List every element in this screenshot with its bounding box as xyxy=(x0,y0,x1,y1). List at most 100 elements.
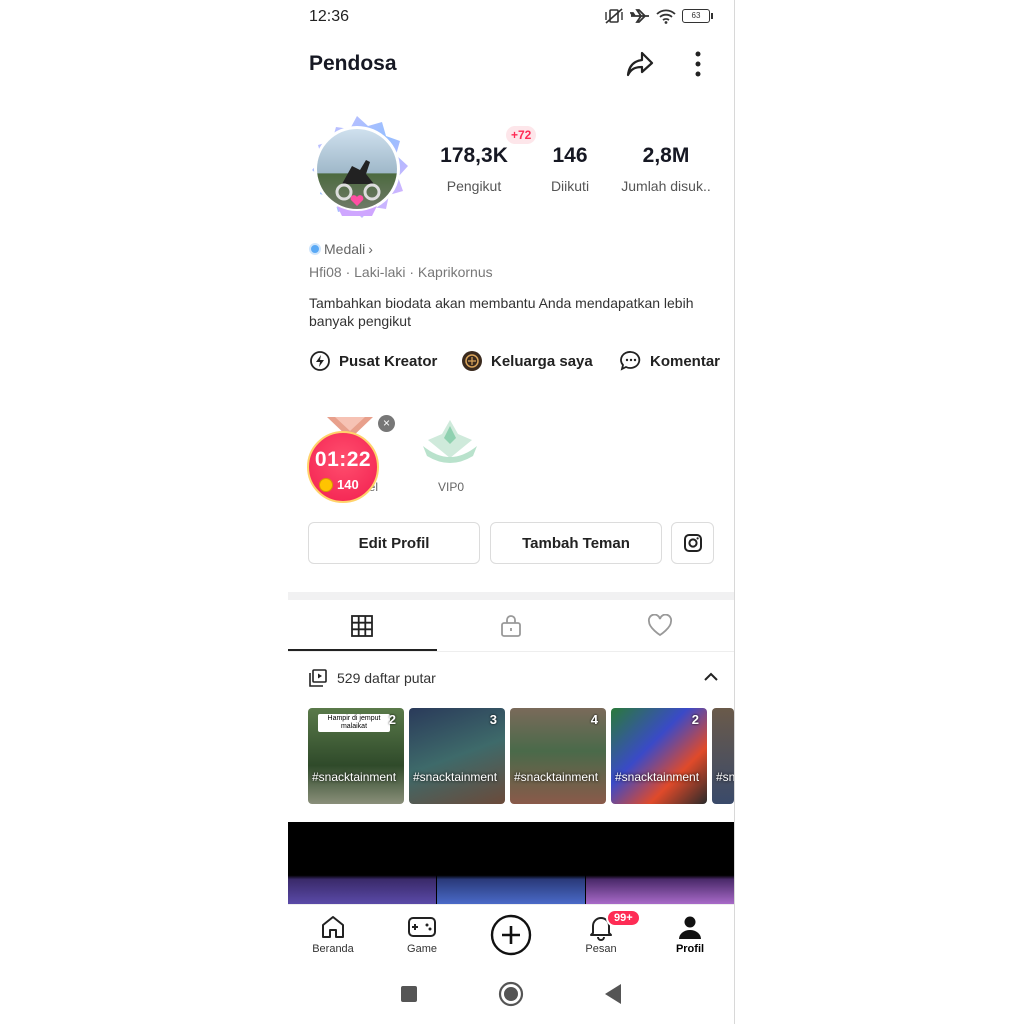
stat-label: Diikuti xyxy=(550,178,590,194)
stat-value: 146 xyxy=(552,144,588,167)
wifi-icon xyxy=(656,9,676,24)
nav-label: Profil xyxy=(675,943,705,955)
medal-icon xyxy=(309,243,321,255)
playlist-tag: #snacktainment xyxy=(312,770,397,784)
link-comments[interactable]: Komentar xyxy=(620,350,720,372)
stat-followers[interactable]: 178,3K Pengikut xyxy=(433,144,515,194)
playlist-item[interactable]: 3 #snacktainment xyxy=(409,708,505,804)
phone-screen: 12:36 63 Pendosa +72 178,3K Pengikut 146… xyxy=(288,0,734,1024)
link-label: Pusat Kreator xyxy=(339,352,438,370)
playlist-tag: #snacktainment xyxy=(514,770,599,784)
nav-home[interactable]: Beranda xyxy=(298,913,368,955)
playlist-item[interactable]: Hampir di jemput malaikat 2 #snacktainme… xyxy=(308,708,404,804)
lightning-icon xyxy=(310,351,330,371)
playlist-count: 2 xyxy=(388,712,396,727)
bottom-navigation: Beranda Game Pesan 99+ Profil xyxy=(288,904,734,969)
nav-game[interactable]: Game xyxy=(387,913,457,955)
playlist-caption: Hampir di jemput malaikat xyxy=(318,714,390,732)
family-icon xyxy=(462,351,482,371)
status-icons: 63 xyxy=(604,8,713,24)
stat-following[interactable]: 146 Diikuti xyxy=(540,144,600,194)
link-my-family[interactable]: Keluarga saya xyxy=(461,350,593,372)
playlist-tag: #snacktainment xyxy=(413,770,498,784)
system-navigation xyxy=(288,968,734,1024)
lock-icon xyxy=(501,615,521,637)
playlist-thumbnails: Hampir di jemput malaikat 2 #snacktainme… xyxy=(308,708,734,804)
link-label: Komentar xyxy=(650,352,721,370)
playlist-item[interactable]: #sn xyxy=(712,708,734,804)
tab-liked[interactable] xyxy=(586,601,734,651)
followers-delta-badge: +72 xyxy=(506,126,537,144)
avatar-frame-icon xyxy=(312,116,408,218)
status-time: 12:36 xyxy=(309,8,350,25)
username-title: Pendosa xyxy=(309,52,397,75)
nav-label: Game xyxy=(407,943,437,955)
timer-reward-badge[interactable]: 01:22 140 xyxy=(307,431,379,503)
status-bar: 12:36 63 xyxy=(288,0,734,34)
profile-info: Hfi08 · Laki-laki · Kaprikornus xyxy=(309,264,493,280)
close-icon[interactable]: × xyxy=(378,415,395,432)
gamepad-icon xyxy=(408,917,436,937)
playlist-header[interactable]: 529 daftar putar xyxy=(309,668,719,690)
playlist-icon xyxy=(309,669,327,687)
heart-icon xyxy=(648,614,672,637)
coin-reward: 140 xyxy=(319,477,359,492)
nav-label: Pesan xyxy=(585,943,617,955)
profile-links: Pusat Kreator Keluarga saya Komentar xyxy=(309,350,729,376)
stat-label: Pengikut xyxy=(446,178,502,194)
link-label: Keluarga saya xyxy=(491,352,593,370)
comment-icon xyxy=(620,351,641,371)
home-button-icon[interactable] xyxy=(498,981,524,1007)
back-icon[interactable] xyxy=(603,983,623,1005)
plus-icon xyxy=(490,914,532,956)
nav-profile[interactable]: Profil xyxy=(655,913,725,955)
more-options-icon[interactable] xyxy=(688,48,708,80)
medal-label: Medali xyxy=(324,241,366,257)
screen-edge xyxy=(734,0,735,1024)
edit-profile-button[interactable]: Edit Profil xyxy=(308,522,480,564)
tab-videos[interactable] xyxy=(288,601,436,651)
add-friend-button[interactable]: Tambah Teman xyxy=(490,522,662,564)
instagram-icon xyxy=(683,534,702,552)
vip-label: VIP0 xyxy=(438,480,465,494)
notification-badge: 99+ xyxy=(606,909,641,927)
chevron-right-icon: › xyxy=(368,241,373,257)
home-icon xyxy=(322,916,344,938)
person-icon xyxy=(679,916,701,939)
coin-amount: 140 xyxy=(337,477,359,492)
vibrate-off-icon xyxy=(605,8,623,24)
avatar[interactable] xyxy=(302,114,412,224)
video-thumbnail[interactable] xyxy=(586,822,734,904)
nav-label: Beranda xyxy=(312,943,354,955)
nav-create[interactable] xyxy=(476,913,546,959)
recents-icon[interactable] xyxy=(400,985,418,1003)
section-divider xyxy=(288,592,734,600)
video-thumbnail[interactable] xyxy=(288,822,436,904)
grid-icon xyxy=(351,615,373,637)
playlist-count: 2 xyxy=(691,712,699,727)
stat-value: 2,8M xyxy=(642,144,690,167)
video-grid xyxy=(288,822,734,904)
profile-bio[interactable]: Tambahkan biodata akan membantu Anda men… xyxy=(309,294,709,330)
content-tabs xyxy=(288,601,734,652)
stat-label: Jumlah disuk.. xyxy=(621,178,711,194)
link-creator-center[interactable]: Pusat Kreator xyxy=(309,350,437,372)
instagram-button[interactable] xyxy=(671,522,714,564)
medal-link[interactable]: Medali › xyxy=(309,241,373,257)
playlist-item[interactable]: 4 #snacktainment xyxy=(510,708,606,804)
share-icon[interactable] xyxy=(624,48,656,80)
tab-private[interactable] xyxy=(437,601,585,651)
timer-text: 01:22 xyxy=(314,448,372,471)
playlist-title: 529 daftar putar xyxy=(337,670,436,686)
battery-icon: 63 xyxy=(682,9,713,23)
video-thumbnail[interactable] xyxy=(437,822,585,904)
stat-value: 178,3K xyxy=(440,144,508,167)
airplane-icon xyxy=(630,9,649,23)
vip-badge-icon[interactable] xyxy=(419,416,481,472)
active-tab-indicator xyxy=(288,649,437,651)
playlist-count: 3 xyxy=(489,712,497,727)
stat-likes[interactable]: 2,8M Jumlah disuk.. xyxy=(616,144,716,194)
chevron-up-icon[interactable] xyxy=(703,668,719,686)
playlist-tag: #sn xyxy=(716,770,734,784)
playlist-item[interactable]: 2 #snacktainment xyxy=(611,708,707,804)
